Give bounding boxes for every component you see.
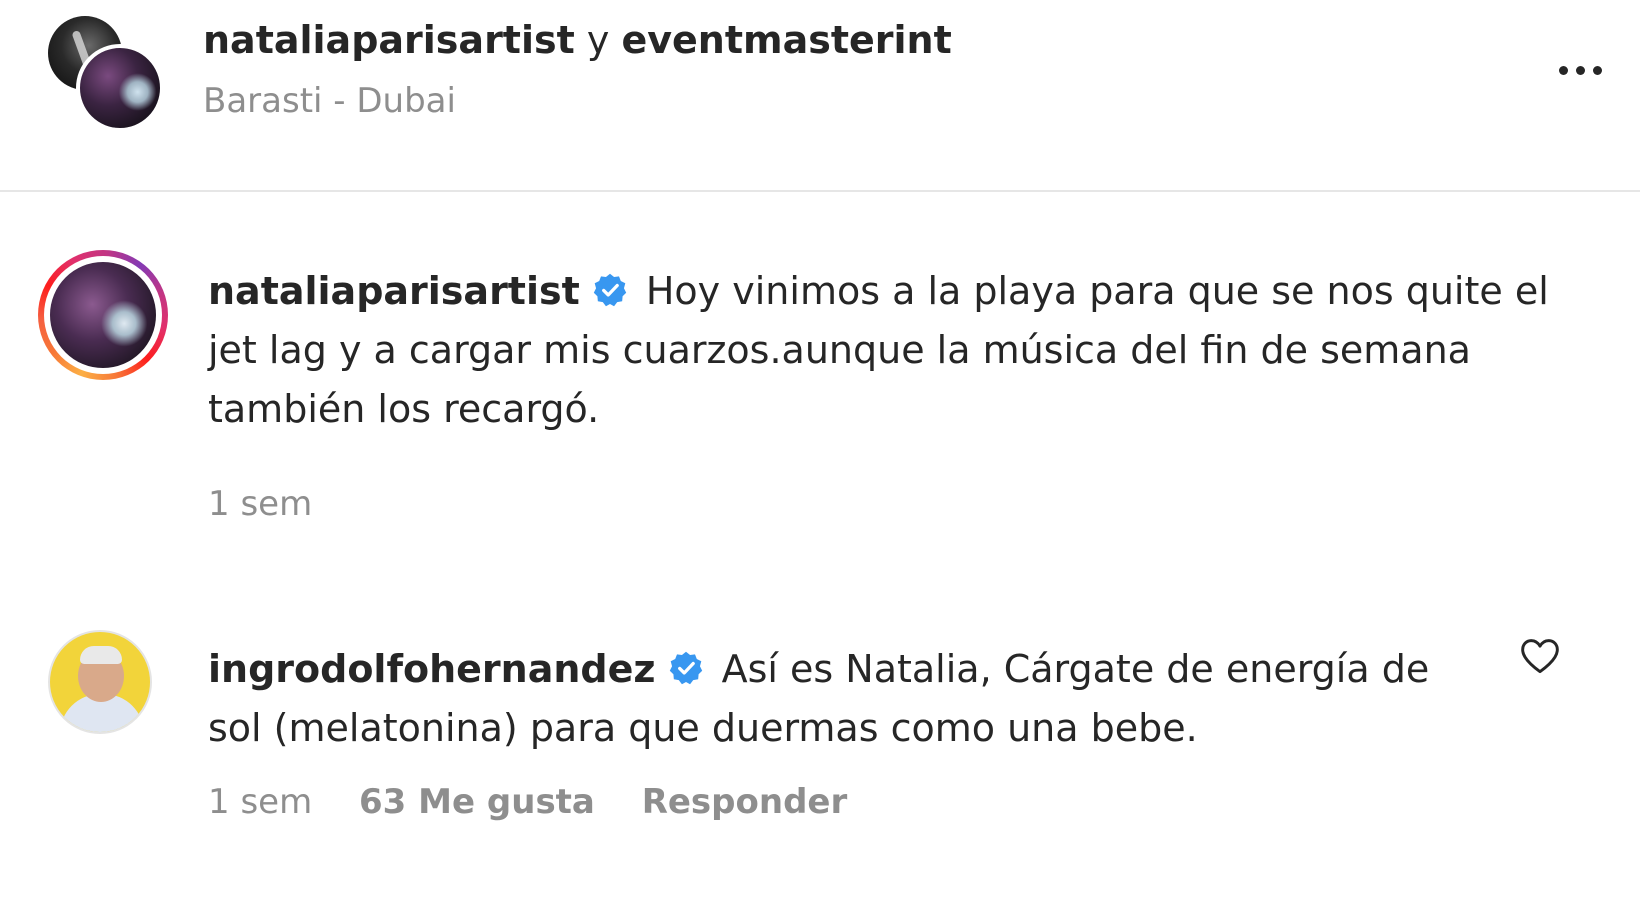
post-header: nataliaparisartist y eventmasterint Bara… — [0, 0, 1640, 192]
verified-badge-icon — [593, 273, 626, 307]
more-options-icon — [1558, 65, 1602, 75]
collaborator-username-link[interactable]: eventmasterint — [621, 18, 951, 62]
reply-button[interactable]: Responder — [642, 782, 848, 822]
location-link[interactable]: Barasti - Dubai — [203, 78, 456, 124]
collab-avatars[interactable] — [48, 16, 164, 132]
caption-author-avatar[interactable] — [38, 250, 168, 380]
commenter-avatar[interactable] — [48, 630, 152, 734]
author-avatar — [76, 44, 164, 132]
caption-comment: nataliaparisartist Hoy vinimos a la play… — [0, 250, 1640, 550]
comment-likes-count[interactable]: 63 Me gusta — [359, 782, 595, 822]
caption-meta: 1 sem — [208, 482, 348, 526]
verified-badge-icon — [669, 651, 702, 685]
comment-body: ingrodolfohernandez Así es Natalia, Cárg… — [208, 640, 1468, 758]
comment-meta: 1 sem 63 Me gusta Responder — [208, 780, 883, 824]
more-options-button[interactable] — [1548, 52, 1612, 88]
caption-body: nataliaparisartist Hoy vinimos a la play… — [208, 262, 1558, 439]
comment-timestamp[interactable]: 1 sem — [208, 782, 312, 822]
heart-outline-icon[interactable] — [1518, 634, 1562, 678]
comment-item: ingrodolfohernandez Así es Natalia, Cárg… — [0, 630, 1640, 870]
authors-conjunction: y — [586, 18, 622, 62]
author-username-link[interactable]: nataliaparisartist — [203, 18, 575, 62]
post-authors: nataliaparisartist y eventmasterint — [203, 14, 952, 66]
comment-username-link[interactable]: ingrodolfohernandez — [208, 647, 656, 691]
caption-timestamp[interactable]: 1 sem — [208, 484, 312, 524]
caption-username-link[interactable]: nataliaparisartist — [208, 269, 580, 313]
